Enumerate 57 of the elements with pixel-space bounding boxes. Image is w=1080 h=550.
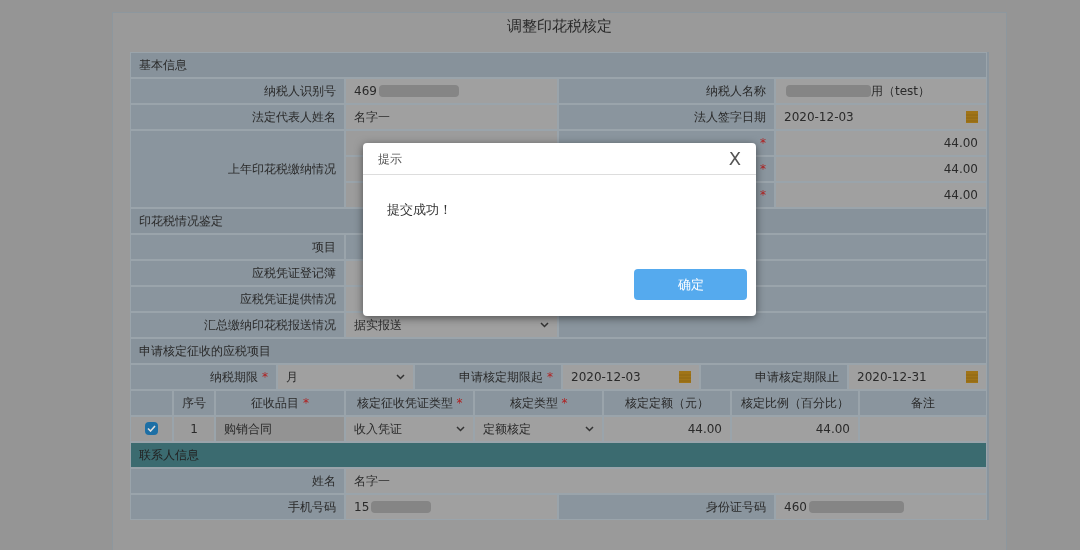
field-value: 名字一 bbox=[354, 108, 390, 126]
select-field[interactable]: 收入凭证 bbox=[345, 415, 474, 442]
field-value: 469 bbox=[354, 82, 377, 100]
required-mark: * bbox=[456, 394, 463, 412]
required-mark: * bbox=[760, 160, 766, 178]
date-field[interactable]: 2020-12-03 bbox=[562, 363, 700, 390]
field-value: 44.00 bbox=[943, 186, 978, 204]
page-title: 调整印花税核定 bbox=[507, 16, 612, 37]
table-cell-text: 44.00 bbox=[815, 420, 850, 438]
date-field[interactable]: 2020-12-31 bbox=[848, 363, 987, 390]
dialog-title: 提示 bbox=[378, 150, 402, 168]
column-header: 核定类型 bbox=[509, 394, 558, 412]
column-header: 征收品目 bbox=[251, 394, 299, 412]
section-header: 印花税情况鉴定 bbox=[139, 212, 223, 230]
column-header: 备注 bbox=[911, 394, 935, 412]
column-header: 序号 bbox=[182, 394, 206, 412]
required-mark: * bbox=[303, 394, 309, 412]
field-value: 15 bbox=[354, 498, 370, 516]
section-header: 申请核定征收的应税项目 bbox=[139, 342, 271, 360]
table-cell-text: 44.00 bbox=[687, 420, 722, 438]
field-label: 法定代表人姓名 bbox=[252, 108, 336, 126]
field-value: 名字一 bbox=[354, 472, 390, 490]
required-mark: * bbox=[262, 368, 268, 386]
dialog-message: 提交成功！ bbox=[387, 202, 452, 217]
field-label: 汇总缴纳印花税报送情况 bbox=[204, 316, 336, 334]
field-label: 应税凭证登记簿 bbox=[252, 264, 336, 282]
required-mark: * bbox=[561, 394, 568, 412]
column-header: 核定征收凭证类型 bbox=[356, 394, 453, 412]
field-label: 姓名 bbox=[312, 472, 336, 490]
section-header: 基本信息 bbox=[139, 56, 187, 74]
required-mark: * bbox=[547, 368, 553, 386]
section-header: 联系人信息 bbox=[139, 446, 199, 464]
field-label: 手机号码 bbox=[288, 498, 336, 516]
field-label: 法人签字日期 bbox=[694, 108, 766, 126]
date-field[interactable]: 2020-12-03 bbox=[775, 103, 987, 130]
field-label: 项目 bbox=[312, 238, 336, 256]
field-label: 申请核定期限起 bbox=[459, 368, 543, 386]
field-value: 460 bbox=[784, 498, 807, 516]
column-header: 核定定额（元） bbox=[625, 394, 709, 412]
select-field[interactable]: 月 bbox=[277, 363, 414, 390]
field-label: 应税凭证提供情况 bbox=[240, 290, 336, 308]
field-label: 纳税人名称 bbox=[706, 82, 766, 100]
select-field[interactable]: 定额核定 bbox=[474, 415, 603, 442]
field-label: 纳税期限 bbox=[210, 368, 258, 386]
required-mark: * bbox=[760, 186, 766, 204]
table-cell-text: 购销合同 bbox=[224, 420, 272, 438]
field-label: 申请核定期限止 bbox=[755, 368, 839, 386]
column-header: 核定比例（百分比） bbox=[741, 394, 849, 412]
table-cell-text: 1 bbox=[190, 420, 198, 438]
field-label: 上年印花税缴纳情况 bbox=[228, 160, 336, 178]
field-value: 用（test） bbox=[871, 82, 931, 100]
close-button[interactable]: X bbox=[728, 149, 741, 168]
field-label: 身份证号码 bbox=[706, 498, 766, 516]
field-label: 纳税人识别号 bbox=[264, 82, 336, 100]
required-mark: * bbox=[760, 134, 766, 152]
field-value: 44.00 bbox=[943, 160, 978, 178]
field-value: 44.00 bbox=[943, 134, 978, 152]
